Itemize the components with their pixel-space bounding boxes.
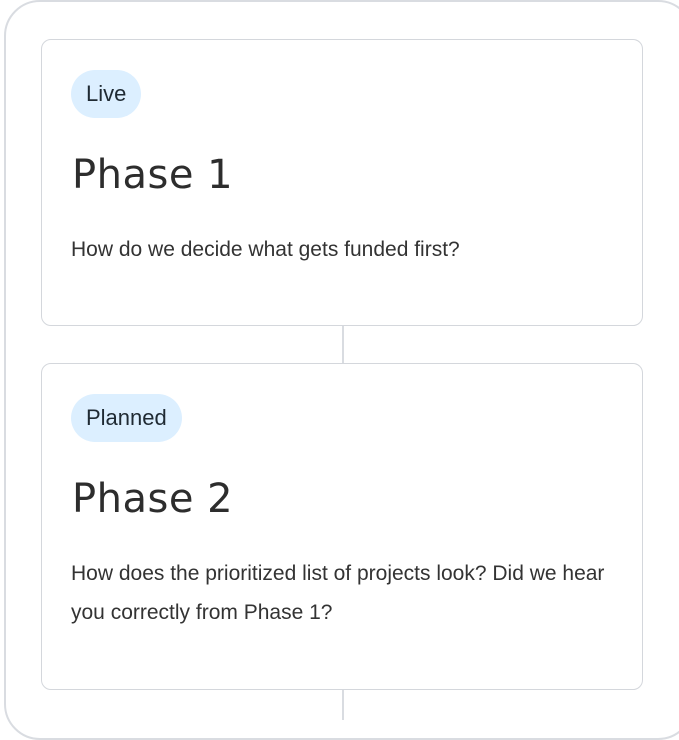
phase-title: Phase 2 — [72, 476, 234, 522]
phase-description: How do we decide what gets funded first? — [71, 238, 460, 261]
status-badge: Live — [71, 70, 142, 118]
phase-card-2: Planned Phase 2 How does the prioritized… — [41, 363, 643, 690]
phase-card-1: Live Phase 1 How do we decide what gets … — [41, 39, 643, 326]
phase-description: How does the prioritized list of project… — [71, 562, 605, 624]
phase-title: Phase 1 — [72, 152, 234, 198]
timeline-connector — [342, 690, 344, 720]
timeline-connector — [342, 326, 344, 363]
status-badge: Planned — [71, 394, 182, 442]
